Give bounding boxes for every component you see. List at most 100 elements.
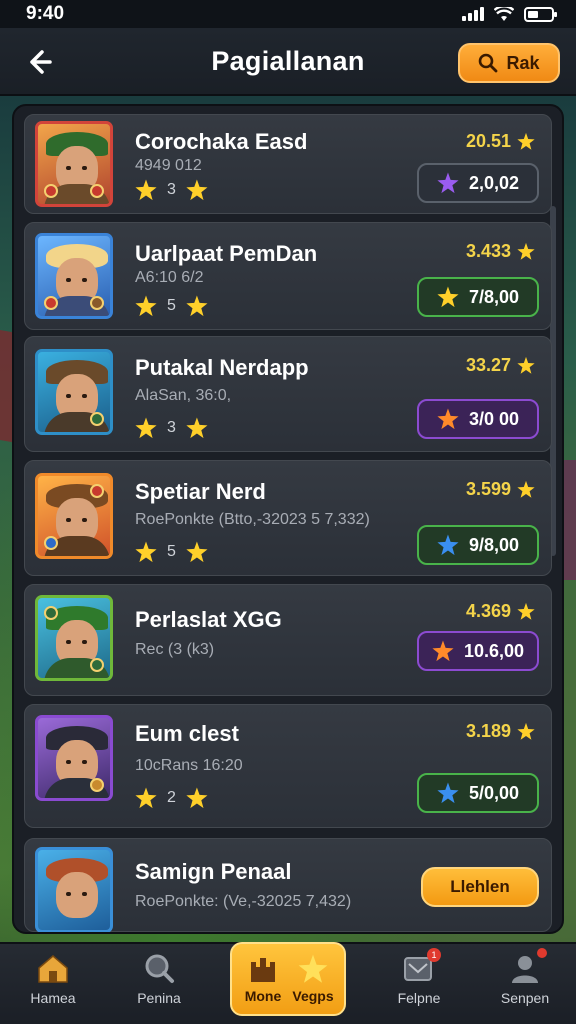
pill-value: 5/0,00: [468, 782, 520, 803]
rating-count: 3: [167, 419, 176, 436]
star-icon: [135, 295, 157, 317]
player-name: Putakal Nerdapp: [135, 355, 309, 380]
list-item[interactable]: Samign Penaal RoePonkte: (Ve,-32025 7,43…: [24, 838, 552, 932]
value-pill[interactable]: 7/8,00: [417, 277, 539, 317]
value-pill[interactable]: 10.6,00: [417, 631, 539, 671]
player-subtitle: 4949 012: [135, 157, 202, 174]
rating-count: 3: [167, 181, 176, 198]
player-score: 3.433: [466, 241, 535, 262]
avatar: [35, 233, 113, 319]
nav-profile[interactable]: Senpen: [480, 948, 570, 1018]
nav-messages-label: Felpne: [397, 990, 441, 1006]
avatar: [35, 847, 113, 932]
background-banner-right: [562, 460, 576, 580]
player-name: Uarlpaat PemDan: [135, 241, 318, 266]
player-subtitle: A6:10 6/2: [135, 269, 204, 286]
list-item[interactable]: Putakal Nerdapp AlaSan, 36:0, 3 33.27 3/…: [24, 336, 552, 452]
star-icon: [186, 295, 208, 317]
value-pill[interactable]: 5/0,00: [417, 773, 539, 813]
bottom-nav: Hamea Penina Mone Vegps 1 Felpne Senpen: [0, 942, 576, 1024]
avatar: [35, 595, 113, 681]
star-icon: [135, 787, 157, 809]
rating-count: 2: [167, 789, 176, 806]
notification-dot: [537, 948, 547, 958]
app-header: Pagiallanan Rak: [0, 28, 576, 96]
rating: 5: [135, 295, 208, 317]
avatar: [35, 121, 113, 207]
nav-mode-label: Mone: [244, 988, 282, 1004]
nav-center-tab[interactable]: Mone Vegps: [230, 942, 346, 1016]
score-value: 20.51: [465, 131, 511, 151]
list-item[interactable]: Spetiar Nerd RoePonkte (Btto,-32023 5 7,…: [24, 460, 552, 576]
rating: 3: [135, 179, 208, 201]
score-value: 4.369: [465, 601, 511, 621]
player-name: Spetiar Nerd: [135, 479, 266, 504]
list-item[interactable]: Perlaslat XGG Rec (3 (k3) 4.369 10.6,00: [24, 584, 552, 696]
status-time: 9:40: [26, 3, 65, 24]
wifi-icon: [494, 6, 514, 21]
star-icon: [298, 954, 328, 983]
value-pill[interactable]: 2,0,02: [417, 163, 539, 203]
player-subtitle: RoePonkte (Btto,-32023 5 7,332): [135, 511, 370, 528]
back-button[interactable]: [18, 42, 58, 82]
player-name: Samign Penaal: [135, 859, 292, 884]
star-icon: [186, 179, 208, 201]
signal-icon: [462, 7, 484, 21]
nav-messages[interactable]: 1 Felpne: [374, 948, 464, 1018]
star-icon: [186, 787, 208, 809]
player-subtitle: RoePonkte: (Ve,-32025 7,432): [135, 893, 352, 910]
player-subtitle: Rec (3 (k3): [135, 641, 215, 658]
nav-search-label: Penina: [137, 990, 181, 1006]
value-pill[interactable]: 3/0 00: [417, 399, 539, 439]
gold-star-icon: [437, 286, 459, 308]
nav-profile-label: Senpen: [500, 990, 550, 1006]
star-icon: [186, 541, 208, 563]
star-icon: [135, 179, 157, 201]
purple-star-icon: [437, 172, 459, 194]
list-item[interactable]: Corochaka Easd 4949 012 3 20.51 2,0,02: [24, 114, 552, 214]
score-value: 3.189: [465, 721, 511, 741]
notification-badge: 1: [427, 948, 441, 962]
pill-value: 2,0,02: [468, 172, 520, 193]
rating: 5: [135, 541, 208, 563]
list-item[interactable]: Uarlpaat PemDan A6:10 6/2 5 3.433 7/8,00: [24, 222, 552, 330]
player-list[interactable]: Corochaka Easd 4949 012 3 20.51 2,0,02 U…: [12, 104, 564, 934]
player-subtitle: 10cRans 16:20: [135, 757, 243, 774]
nav-home[interactable]: Hamea: [8, 952, 98, 1018]
list-item[interactable]: Eum clest 10cRans 16:20 2 3.189 5/0,00: [24, 704, 552, 828]
orange-star-icon: [432, 640, 454, 662]
star-icon: [517, 602, 535, 620]
rating: 3: [135, 417, 208, 439]
rating: 2: [135, 787, 208, 809]
rank-button-label: Rak: [506, 52, 540, 73]
nav-home-label: Hamea: [30, 990, 76, 1006]
magnifier-icon: [145, 954, 174, 983]
status-bar: 9:40: [0, 0, 576, 28]
nav-vegps-label: Vegps: [292, 988, 334, 1004]
avatar: [35, 473, 113, 559]
player-score: 20.51: [466, 131, 535, 152]
avatar: [35, 349, 113, 435]
status-icons: [462, 6, 557, 22]
player-score: 4.369: [466, 601, 535, 622]
star-icon: [135, 417, 157, 439]
rating-count: 5: [167, 297, 176, 314]
player-score: 3.599: [466, 479, 535, 500]
battery-icon: [524, 6, 557, 22]
star-icon: [517, 356, 535, 374]
blue-star-icon: [437, 534, 459, 556]
blue-star-icon: [437, 782, 459, 804]
nav-vegps[interactable]: Vegps: [284, 954, 342, 1004]
rank-button[interactable]: Rak: [458, 43, 560, 83]
player-score: 3.189: [466, 721, 535, 742]
star-icon: [517, 480, 535, 498]
star-icon: [517, 132, 535, 150]
value-pill[interactable]: 9/8,00: [417, 525, 539, 565]
star-icon: [517, 242, 535, 260]
score-value: 3.599: [465, 479, 511, 499]
home-icon: [38, 955, 68, 983]
nav-search[interactable]: Penina: [114, 952, 204, 1018]
arrow-left-icon: [30, 50, 52, 74]
player-name: Perlaslat XGG: [135, 607, 282, 632]
join-button[interactable]: Llehlen: [421, 867, 539, 907]
